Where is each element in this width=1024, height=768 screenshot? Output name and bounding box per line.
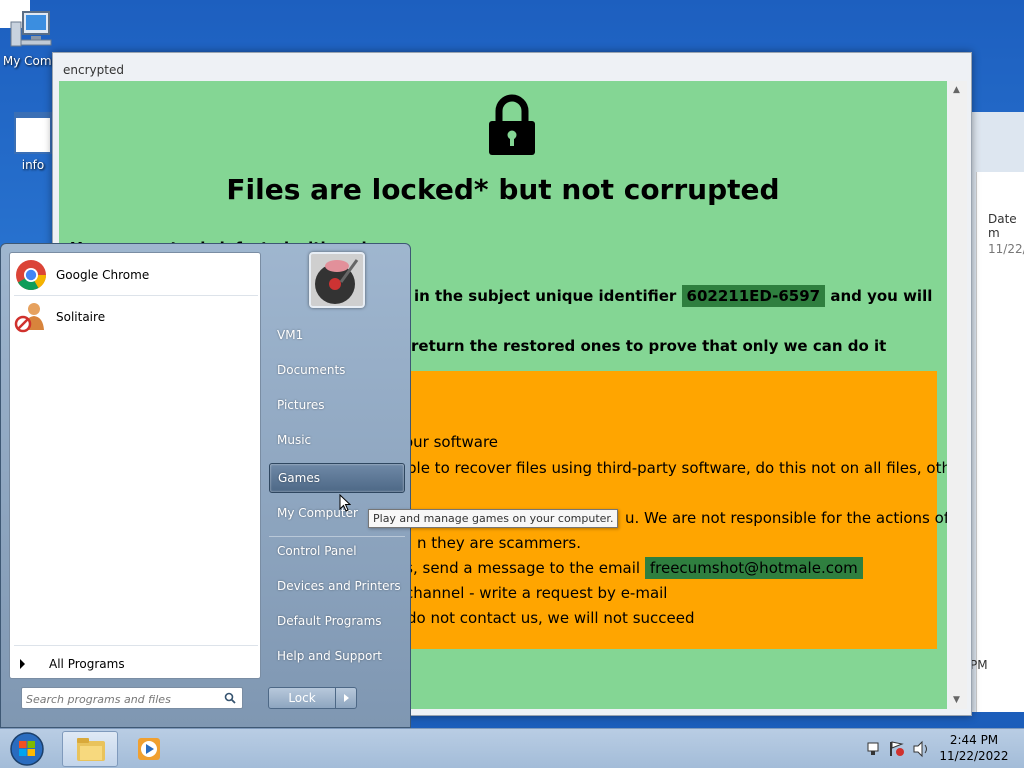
divider	[14, 295, 258, 296]
contact-email: freecumshot@hotmale.com	[644, 557, 863, 579]
pinned-google-chrome[interactable]: Google Chrome	[14, 255, 258, 295]
start-item-label: Pictures	[277, 398, 325, 412]
window-file-icon	[14, 112, 52, 154]
windows-start-icon[interactable]	[8, 731, 46, 767]
turntable-icon	[311, 254, 363, 306]
desktop-icon-info[interactable]: info	[10, 112, 56, 172]
padlock-icon	[489, 94, 535, 155]
scroll-up-icon[interactable]: ▲	[953, 85, 960, 95]
folder-icon	[77, 738, 105, 761]
taskbar-explorer-button[interactable]	[62, 731, 118, 767]
desktop-icon-label: My Comp	[2, 54, 60, 68]
taskbar: 2:44 PM 11/22/2022	[0, 728, 1024, 768]
start-item-default-programs[interactable]: Default Programs	[269, 606, 405, 636]
scroll-down-icon[interactable]: ▼	[953, 695, 960, 705]
all-programs-button[interactable]: All Programs	[20, 653, 256, 675]
identifier-prefix: y in the subject unique identifier	[399, 287, 677, 305]
taskbar-media-player-button[interactable]	[122, 731, 178, 767]
start-item-games[interactable]: Games	[269, 463, 405, 493]
start-item-label: VM1	[277, 328, 304, 342]
instruction-line: channel - write a request by e-mail	[405, 584, 668, 602]
start-item-devices-printers[interactable]: Devices and Printers	[269, 571, 405, 601]
programs-pane: Google Chrome Solitaire All Programs	[9, 252, 261, 679]
solitaire-icon	[14, 303, 44, 333]
start-item-label: Devices and Printers	[277, 579, 401, 593]
restore-proof-line: return the restored ones to prove that o…	[411, 337, 887, 355]
start-item-label: Music	[277, 433, 312, 447]
identifier-badge: 602211ED-6597	[681, 285, 826, 307]
time-fragment: PM	[970, 658, 988, 672]
start-item-help-support[interactable]: Help and Support	[269, 641, 405, 671]
window-title: encrypted	[63, 63, 124, 77]
desktop-icon-label: info	[21, 158, 45, 172]
pinned-label: Google Chrome	[56, 268, 150, 282]
lock-label: Lock	[288, 691, 316, 705]
start-item-documents[interactable]: Documents	[269, 355, 405, 385]
shutdown-options-arrow-icon[interactable]	[335, 687, 357, 709]
action-center-flag-icon	[890, 741, 904, 756]
pinned-label: Solitaire	[56, 310, 106, 324]
instruction-line: u. We are not responsible for the action…	[625, 509, 947, 527]
vertical-scrollbar[interactable]: ▲ ▼	[949, 81, 967, 709]
start-item-vm1[interactable]: VM1	[269, 320, 405, 350]
start-item-label: Documents	[277, 363, 346, 377]
all-programs-label: All Programs	[49, 657, 125, 671]
instruction-line: our software	[404, 433, 499, 451]
chrome-icon	[16, 260, 47, 291]
identifier-line: y in the subject unique identifier 60221…	[399, 285, 933, 307]
search-input[interactable]	[26, 690, 220, 709]
clock-date: 11/22/2022	[939, 749, 1009, 763]
volume-icon	[913, 740, 927, 758]
start-item-label: Default Programs	[277, 614, 382, 628]
games-tooltip: Play and manage games on your computer.	[368, 509, 619, 528]
search-icon[interactable]	[224, 692, 236, 704]
triangle-right-icon	[20, 659, 25, 669]
start-item-label: Games	[278, 471, 320, 485]
column-header-date[interactable]: Date m	[988, 212, 1024, 240]
lock-button[interactable]: Lock	[268, 687, 336, 709]
start-item-pictures[interactable]: Pictures	[269, 390, 405, 420]
email-prefix: rs, send a message to the email	[399, 559, 641, 577]
email-instruction-line: rs, send a message to the email freecums…	[399, 557, 863, 579]
user-avatar[interactable]	[309, 252, 365, 308]
start-item-label: Control Panel	[277, 544, 357, 558]
instruction-line: do not contact us, we will not succeed	[407, 609, 695, 627]
media-player-icon	[138, 738, 160, 760]
clock-time: 2:44 PM	[949, 733, 999, 747]
start-menu: Google Chrome Solitaire All Programs Sea…	[0, 243, 411, 728]
divider	[14, 645, 258, 646]
pinned-solitaire[interactable]: Solitaire	[14, 297, 258, 337]
main-heading: Files are locked* but not corrupted	[226, 173, 780, 206]
start-item-music[interactable]: Music	[269, 425, 405, 455]
instruction-line: n they are scammers.	[417, 534, 582, 552]
computer-icon	[9, 10, 53, 50]
identifier-suffix: and you will	[830, 287, 933, 305]
taskbar-clock[interactable]: 2:44 PM 11/22/2022	[938, 732, 1010, 764]
network-icon	[867, 742, 879, 755]
system-tray[interactable]	[864, 737, 934, 761]
start-item-control-panel[interactable]: Control Panel	[269, 536, 405, 566]
search-box[interactable]	[21, 687, 243, 709]
date-cell: 11/22/	[988, 242, 1024, 256]
start-item-label: Help and Support	[277, 649, 382, 663]
instruction-line: ble to recover files using third-party s…	[407, 459, 947, 477]
mouse-cursor-icon	[339, 494, 351, 512]
